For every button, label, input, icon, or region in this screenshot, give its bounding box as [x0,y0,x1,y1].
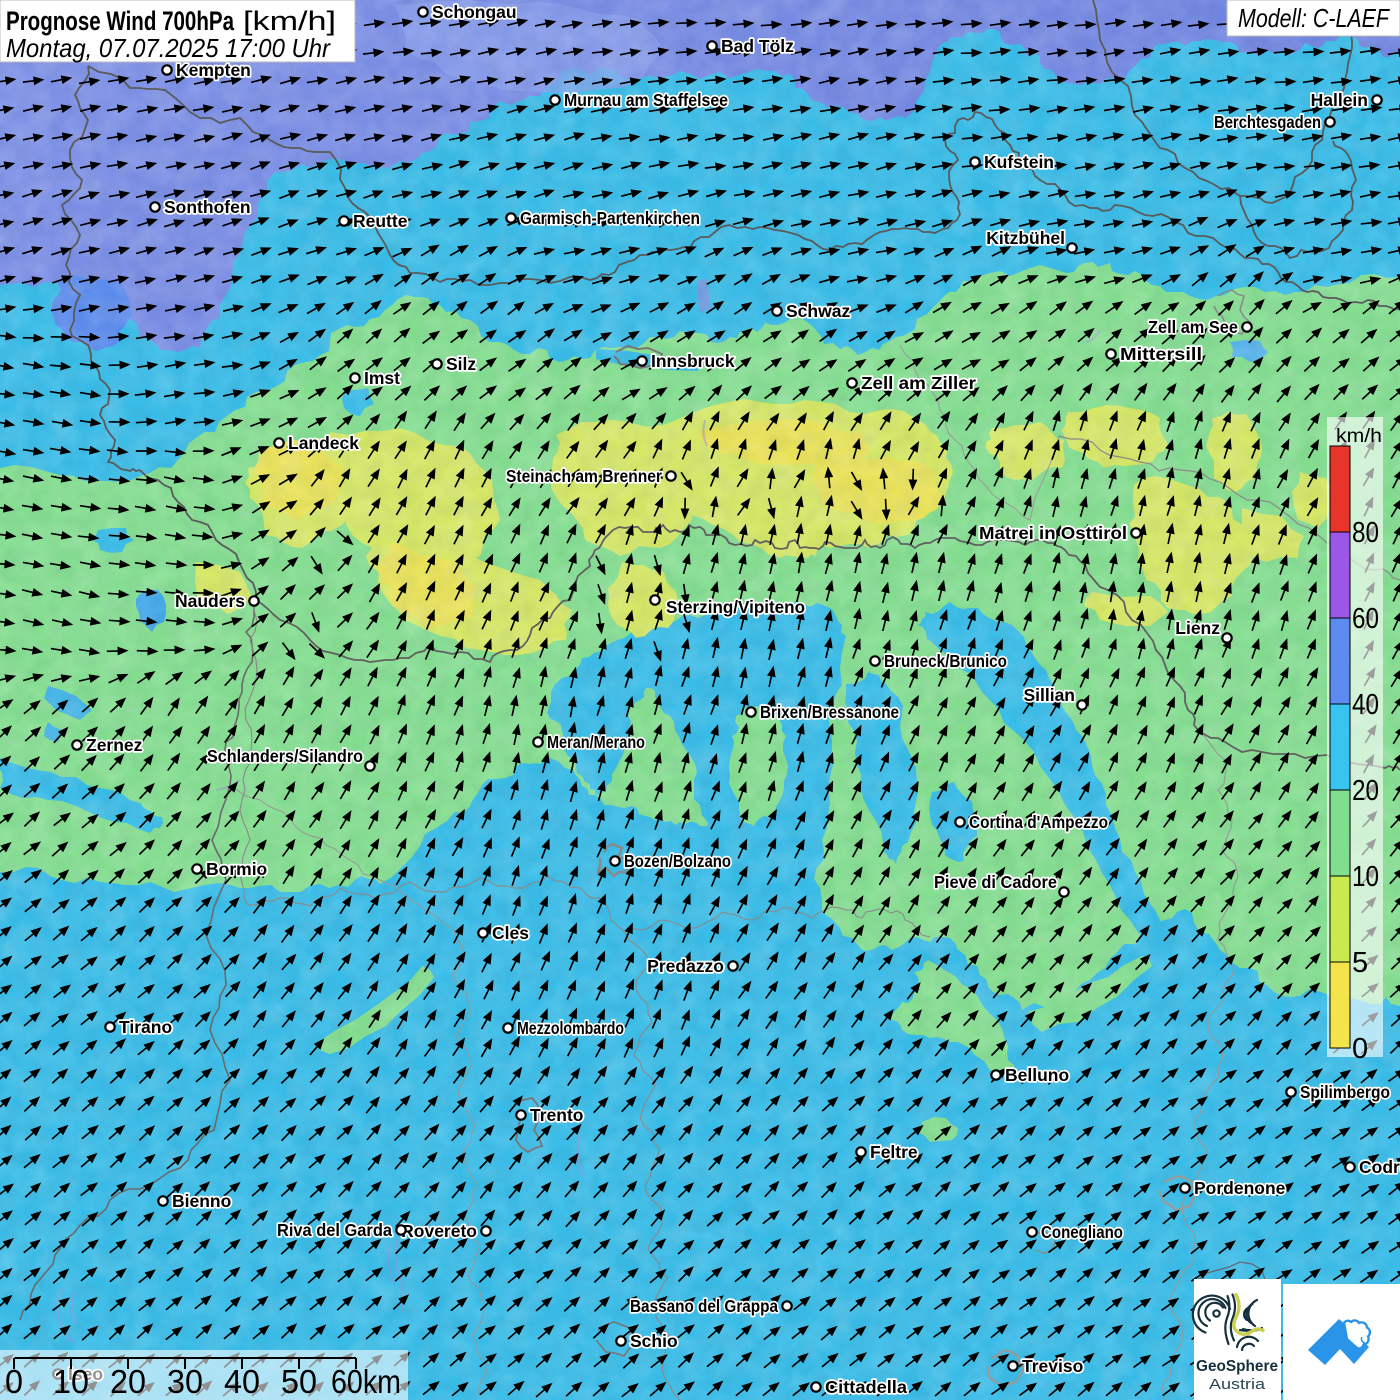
svg-text:Conegliano: Conegliano [1041,1222,1123,1242]
svg-text:Matrei in Osttirol: Matrei in Osttirol [979,523,1127,543]
svg-text:Murnau am Staffelsee: Murnau am Staffelsee [564,90,728,110]
svg-text:Montag, 07.07.2025 17:00 Uhr: Montag, 07.07.2025 17:00 Uhr [6,33,331,63]
svg-text:Feltre: Feltre [870,1142,918,1162]
svg-text:Sillian: Sillian [1023,685,1075,705]
svg-text:Trento: Trento [530,1105,583,1125]
svg-text:Zernez: Zernez [86,735,143,755]
svg-text:Bienno: Bienno [172,1191,231,1211]
svg-text:30: 30 [167,1363,203,1400]
svg-text:Codroipo: Codroipo [1359,1157,1400,1177]
svg-text:40: 40 [1352,689,1379,721]
svg-text:10: 10 [1352,861,1379,893]
svg-text:Belluno: Belluno [1005,1065,1069,1085]
svg-text:GeoSphere: GeoSphere [1196,1358,1278,1375]
svg-text:km/h: km/h [1336,426,1382,447]
svg-text:60: 60 [1352,603,1379,635]
svg-text:Bozen/Bolzano: Bozen/Bolzano [624,851,731,871]
svg-text:Rovereto: Rovereto [401,1221,477,1241]
svg-text:Schlanders/Silandro: Schlanders/Silandro [207,746,363,766]
svg-text:Meran/Merano: Meran/Merano [547,732,645,752]
svg-text:Predazzo: Predazzo [647,956,724,976]
svg-text:Modell: C-LAEF: Modell: C-LAEF [1238,3,1391,33]
svg-text:20: 20 [1352,775,1379,807]
svg-text:Kitzbühel: Kitzbühel [986,228,1065,248]
svg-text:Brixen/Bressanone: Brixen/Bressanone [760,702,899,722]
svg-text:Cles: Cles [492,923,529,943]
svg-text:Cortina d'Ampezzo: Cortina d'Ampezzo [969,812,1108,832]
svg-text:Bassano del Grappa: Bassano del Grappa [630,1296,778,1316]
svg-text:Zell am Ziller: Zell am Ziller [861,373,976,393]
svg-text:Schwaz: Schwaz [786,301,850,321]
svg-text:0: 0 [5,1363,23,1400]
svg-text:Silz: Silz [446,354,476,374]
svg-text:Reutte: Reutte [353,211,408,231]
svg-text:Mittersill: Mittersill [1120,344,1202,364]
svg-text:80: 80 [1352,517,1379,549]
svg-text:20: 20 [110,1363,146,1400]
svg-text:Sonthofen: Sonthofen [164,197,251,217]
svg-text:Schio: Schio [630,1331,678,1351]
svg-text:Garmisch-Partenkirchen: Garmisch-Partenkirchen [520,208,700,228]
svg-text:Zell am See: Zell am See [1148,317,1238,337]
svg-text:Riva del Garda: Riva del Garda [277,1220,392,1240]
svg-text:Schongau: Schongau [432,2,517,22]
svg-text:Imst: Imst [364,368,400,388]
svg-text:0: 0 [1352,1033,1368,1065]
svg-text:Innsbruck: Innsbruck [651,351,735,371]
svg-text:Pieve di Cadore: Pieve di Cadore [934,872,1057,892]
svg-text:Nauders: Nauders [175,591,245,611]
svg-text:Tirano: Tirano [119,1017,172,1037]
svg-text:Bruneck/Brunico: Bruneck/Brunico [884,651,1007,671]
svg-text:40: 40 [224,1363,260,1400]
svg-text:Treviso: Treviso [1022,1356,1083,1376]
svg-text:Spilimbergo: Spilimbergo [1300,1082,1390,1102]
svg-text:Cittadella: Cittadella [825,1377,907,1397]
svg-text:60km: 60km [331,1363,401,1400]
svg-text:Bad Tölz: Bad Tölz [721,36,794,56]
svg-text:Landeck: Landeck [288,433,359,453]
svg-text:Prognose Wind 700hPa: Prognose Wind 700hPa [6,6,235,36]
svg-text:Bormio: Bormio [206,859,267,879]
svg-text:Lienz: Lienz [1175,618,1220,638]
svg-text:Pordenone: Pordenone [1194,1178,1286,1198]
svg-text:Kufstein: Kufstein [984,152,1054,172]
svg-text:5: 5 [1352,947,1368,979]
svg-text:Kempten: Kempten [176,60,251,80]
svg-text:Mezzolombardo: Mezzolombardo [517,1018,624,1038]
svg-text:50: 50 [281,1363,317,1400]
svg-text:Berchtesgaden: Berchtesgaden [1214,112,1321,132]
svg-text:[km/h]: [km/h] [243,6,336,36]
svg-text:Hallein: Hallein [1311,90,1368,110]
svg-text:Austria: Austria [1209,1376,1266,1393]
svg-text:Steinach am Brenner: Steinach am Brenner [506,466,662,486]
svg-text:10: 10 [53,1363,89,1400]
svg-text:Sterzing/Vipiteno: Sterzing/Vipiteno [666,597,805,617]
